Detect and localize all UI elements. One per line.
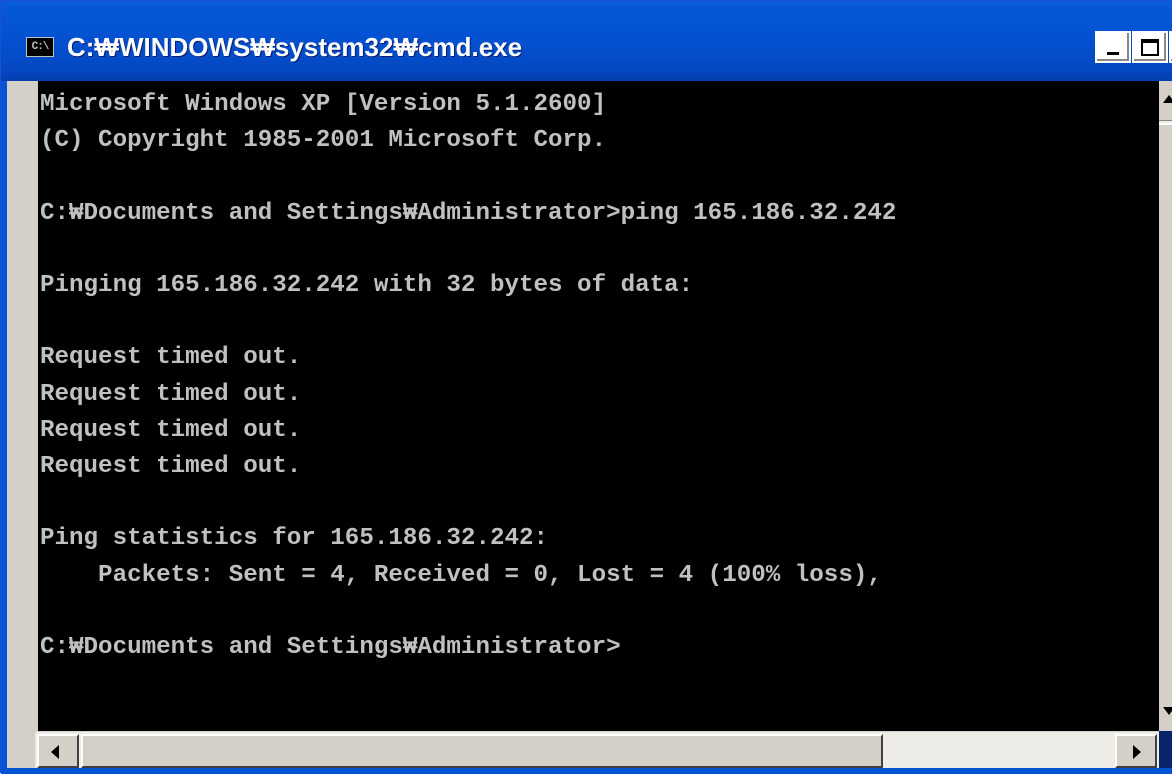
maximize-icon bbox=[1141, 38, 1159, 56]
window-title: C:₩WINDOWS₩system32₩cmd.exe bbox=[67, 32, 523, 62]
console-line: Request timed out. bbox=[40, 380, 302, 408]
maximize-button[interactable] bbox=[1132, 31, 1168, 63]
cmd-app-icon[interactable]: C:\ bbox=[26, 37, 54, 57]
console-line: Request timed out. bbox=[40, 453, 302, 481]
vertical-scrollbar[interactable] bbox=[1159, 81, 1172, 731]
scroll-down-arrow-icon[interactable] bbox=[1159, 693, 1172, 731]
console-line: Microsoft Windows XP [Version 5.1.2600] bbox=[40, 91, 607, 118]
console-line: Request timed out. bbox=[40, 416, 302, 444]
horizontal-scrollbar[interactable] bbox=[35, 731, 1159, 768]
console-line: Pinging 165.186.32.242 with 32 bytes of … bbox=[40, 272, 694, 300]
vertical-scroll-thumb[interactable] bbox=[1159, 123, 1172, 723]
console-text: Microsoft Windows XP [Version 5.1.2600] … bbox=[40, 87, 896, 666]
scroll-up-arrow-icon[interactable] bbox=[1159, 81, 1172, 121]
scroll-right-arrow-icon[interactable] bbox=[1115, 734, 1157, 768]
console-line: C:₩Documents and Settings₩Administrator> bbox=[40, 634, 621, 662]
scroll-left-arrow-icon[interactable] bbox=[37, 734, 79, 768]
horizontal-scroll-thumb[interactable] bbox=[81, 734, 883, 768]
console-line: C:₩Documents and Settings₩Administrator>… bbox=[40, 199, 897, 227]
window-bottom-border bbox=[1, 768, 1172, 774]
console-line: Packets: Sent = 4, Received = 0, Lost = … bbox=[40, 561, 882, 589]
title-bar[interactable]: C:\ C:₩WINDOWS₩system32₩cmd.exe bbox=[1, 1, 1172, 81]
window-frame-inner bbox=[7, 81, 35, 774]
console-line: Ping statistics for 165.186.32.242: bbox=[40, 525, 549, 553]
minimize-icon bbox=[1107, 51, 1119, 55]
console-line: Request timed out. bbox=[40, 344, 302, 372]
console-line: (C) Copyright 1985-2001 Microsoft Corp. bbox=[40, 127, 607, 155]
minimize-button[interactable] bbox=[1095, 31, 1131, 63]
cmd-window: C:\ C:₩WINDOWS₩system32₩cmd.exe Microsof… bbox=[0, 0, 1172, 774]
window-left-border bbox=[1, 81, 35, 774]
console-output-area[interactable]: Microsoft Windows XP [Version 5.1.2600] … bbox=[35, 81, 1159, 731]
